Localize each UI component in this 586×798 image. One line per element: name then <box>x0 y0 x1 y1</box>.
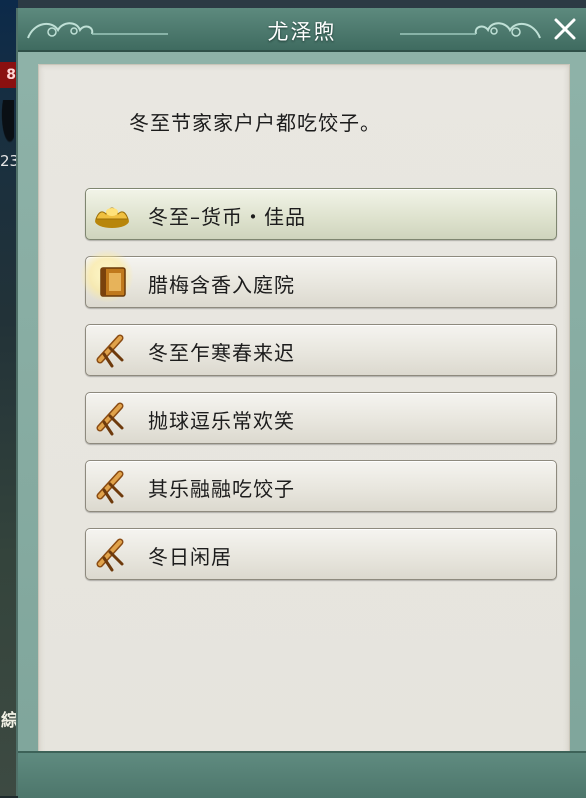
dialog-option-label: 冬日闲居 <box>148 545 232 569</box>
scroll-icon <box>96 402 124 436</box>
dialog-titlebar: 尤泽煦 <box>18 8 586 52</box>
hud-badge: 8 <box>0 62 16 88</box>
character-silhouette <box>0 100 14 148</box>
dialog-option-4[interactable]: 抛球逗乐常欢笑 <box>85 392 557 444</box>
dialog-option-6[interactable]: 冬日闲居 <box>85 528 557 580</box>
dialog-bottom-bar <box>18 751 586 798</box>
gold-ingot-icon <box>95 207 129 228</box>
hud-number: 23 <box>0 152 16 170</box>
book-icon <box>100 267 126 297</box>
dialog-option-5[interactable]: 其乐融融吃饺子 <box>85 460 557 512</box>
dialog-option-1[interactable]: 冬至–货币・佳品 <box>85 188 557 240</box>
scroll-icon <box>96 470 124 504</box>
dialog-option-label: 冬至乍寒春来迟 <box>148 341 295 365</box>
dialog-option-label: 腊梅含香入庭院 <box>148 273 295 297</box>
close-icon <box>554 18 576 40</box>
dialog-option-label: 抛球逗乐常欢笑 <box>148 409 295 433</box>
npc-prompt-text: 冬至节家家户户都吃饺子。 <box>129 111 381 135</box>
scroll-icon <box>96 334 124 368</box>
npc-dialog: 尤泽煦 冬至节家家户户都吃饺子。 冬至–货币・佳品 腊梅含香入庭院 冬至乍寒春来… <box>16 8 586 798</box>
dialog-option-label: 冬至–货币・佳品 <box>148 205 306 229</box>
close-button[interactable] <box>550 14 580 44</box>
dialog-option-3[interactable]: 冬至乍寒春来迟 <box>85 324 557 376</box>
cloud-ornament-icon <box>400 22 541 39</box>
dialog-option-label: 其乐融融吃饺子 <box>148 477 295 501</box>
scroll-icon <box>96 538 124 572</box>
dialog-option-2[interactable]: 腊梅含香入庭院 <box>80 249 557 308</box>
dialog-content-panel: 冬至节家家户户都吃饺子。 冬至–货币・佳品 腊梅含香入庭院 冬至乍寒春来迟 抛球… <box>38 64 570 759</box>
